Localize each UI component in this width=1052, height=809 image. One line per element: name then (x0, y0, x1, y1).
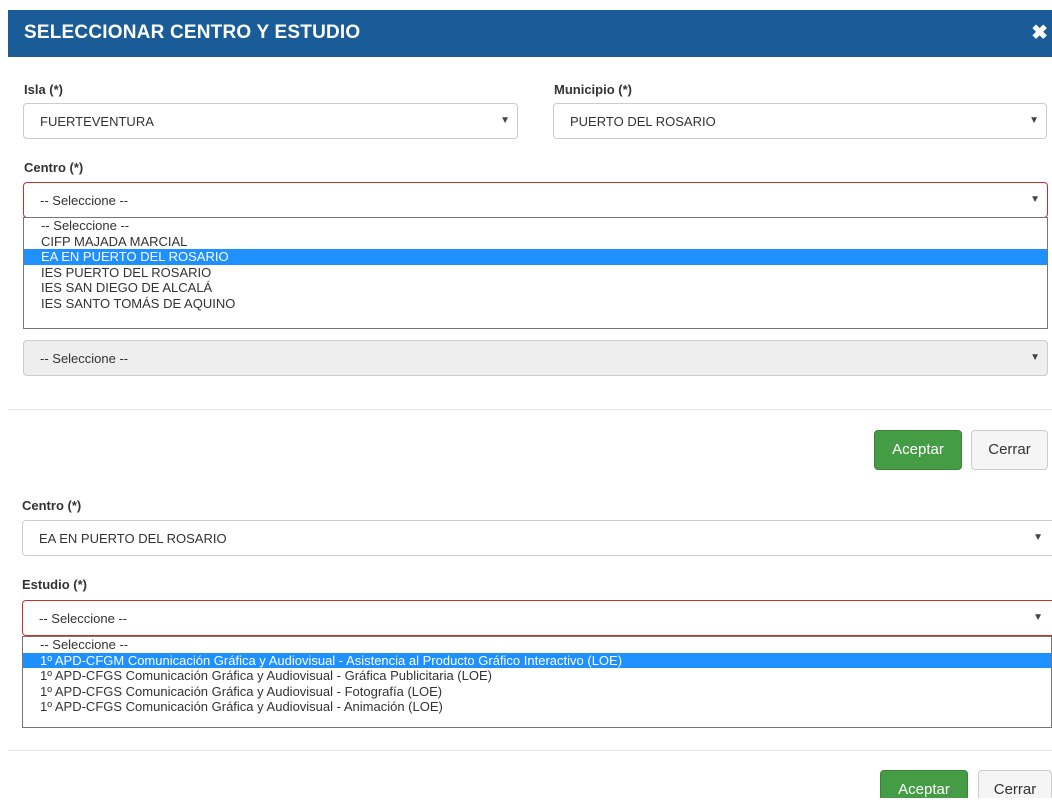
accept-button[interactable]: Aceptar (874, 430, 962, 470)
dropdown-option[interactable]: IES SANTO TOMÁS DE AQUINO (24, 296, 1047, 312)
dropdown-option[interactable]: 1º APD-CFGS Comunicación Gráfica y Audio… (23, 684, 1051, 700)
centro-select-value: -- Seleccione -- (40, 193, 129, 208)
municipio-select-value: PUERTO DEL ROSARIO (570, 114, 716, 129)
centro-select-value: EA EN PUERTO DEL ROSARIO (39, 531, 227, 546)
centro-label: Centro (*) (24, 160, 84, 175)
centro-select[interactable]: EA EN PUERTO DEL ROSARIO ▼ (22, 520, 1052, 556)
municipio-label: Municipio (*) (554, 82, 632, 97)
isla-select[interactable]: FUERTEVENTURA ▼ (23, 103, 518, 139)
modal-title: SELECCIONAR CENTRO Y ESTUDIO (24, 22, 361, 43)
dropdown-option[interactable]: IES PUERTO DEL ROSARIO (24, 265, 1047, 281)
chevron-down-icon: ▼ (1033, 612, 1043, 623)
dropdown-option[interactable]: EA EN PUERTO DEL ROSARIO (24, 249, 1047, 265)
estudio-select-value: -- Seleccione -- (39, 611, 128, 626)
dropdown-option[interactable]: IES SAN DIEGO DE ALCALÁ (24, 280, 1047, 296)
isla-select-value: FUERTEVENTURA (40, 114, 154, 129)
centro-dropdown-list: -- Seleccione -- CIFP MAJADA MARCIAL EA … (23, 217, 1048, 329)
municipio-select[interactable]: PUERTO DEL ROSARIO ▼ (553, 103, 1047, 139)
chevron-down-icon: ▼ (1030, 352, 1040, 363)
dropdown-option[interactable]: 1º APD-CFGM Comunicación Gráfica y Audio… (23, 652, 1051, 668)
close-icon[interactable]: ✖ (1031, 20, 1048, 45)
estudio-select-disabled: -- Seleccione -- ▼ (23, 340, 1048, 376)
close-button[interactable]: Cerrar (971, 430, 1048, 470)
dropdown-option[interactable]: -- Seleccione -- (23, 637, 1051, 653)
dropdown-option[interactable]: 1º APD-CFGS Comunicación Gráfica y Audio… (23, 699, 1051, 715)
accept-button[interactable]: Aceptar (880, 770, 968, 798)
divider (8, 409, 1052, 410)
dropdown-option[interactable]: -- Seleccione -- (24, 218, 1047, 234)
centro-label: Centro (*) (22, 498, 82, 513)
chevron-down-icon: ▼ (500, 115, 510, 126)
estudio-label: Estudio (*) (22, 577, 87, 592)
modal-header: SELECCIONAR CENTRO Y ESTUDIO ✖ (8, 10, 1052, 57)
estudio-select[interactable]: -- Seleccione -- ▼ (22, 600, 1052, 636)
chevron-down-icon: ▼ (1033, 532, 1043, 543)
isla-label: Isla (*) (24, 82, 64, 97)
close-button[interactable]: Cerrar (978, 770, 1052, 798)
centro-select[interactable]: -- Seleccione -- ▼ (23, 182, 1048, 218)
divider (8, 750, 1052, 751)
dropdown-option[interactable]: 1º APD-CFGS Comunicación Gráfica y Audio… (23, 668, 1051, 684)
estudio-dropdown-list: -- Seleccione -- 1º APD-CFGM Comunicació… (22, 636, 1052, 728)
dropdown-option[interactable]: CIFP MAJADA MARCIAL (24, 234, 1047, 250)
estudio-select-value: -- Seleccione -- (40, 351, 129, 366)
chevron-down-icon: ▼ (1029, 115, 1039, 126)
chevron-down-icon: ▼ (1030, 194, 1040, 205)
